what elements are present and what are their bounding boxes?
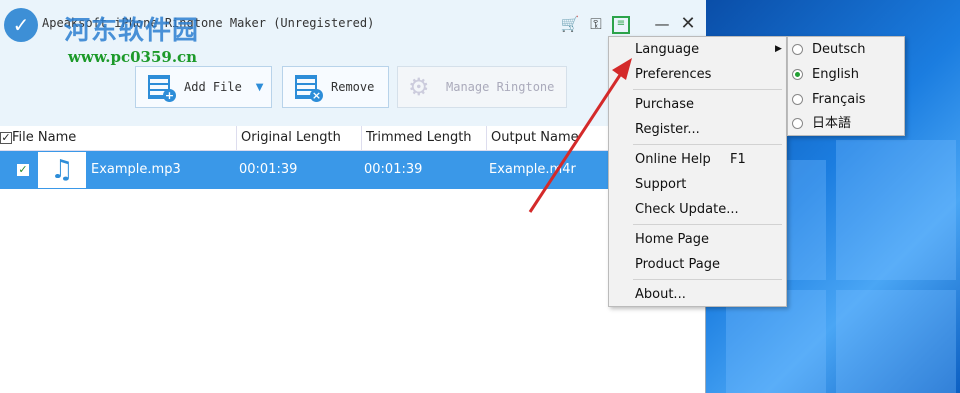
annotation-arrow-icon xyxy=(528,58,632,213)
